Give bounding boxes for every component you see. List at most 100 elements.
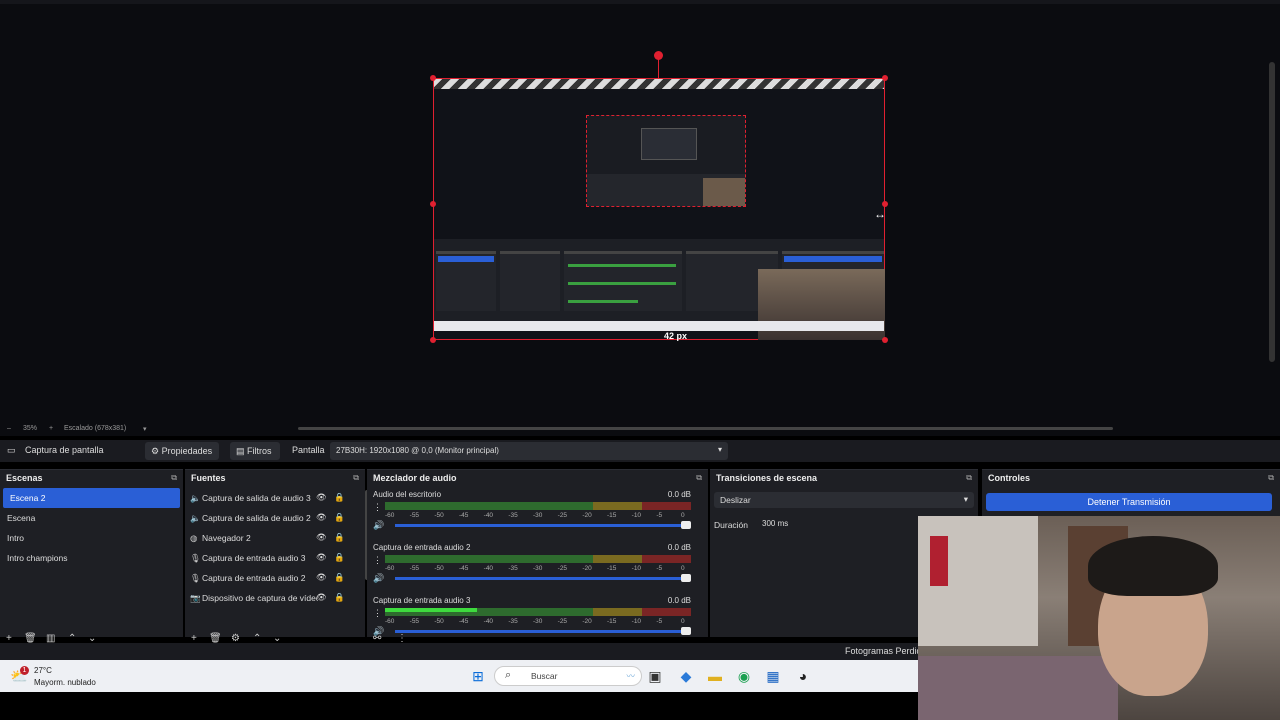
volume-slider[interactable]: [395, 521, 691, 529]
scaling-dropdown-icon[interactable]: ▾: [143, 425, 147, 433]
scale-tick: -20: [582, 565, 592, 572]
speaker-icon[interactable]: 🔊: [373, 520, 384, 531]
selected-source-frame[interactable]: [430, 75, 888, 343]
microphone-icon: 🎙: [190, 573, 201, 583]
webcam-hanging-shirt: [930, 536, 948, 586]
lock-icon[interactable]: 🔒: [334, 592, 345, 603]
source-item[interactable]: 🔈Captura de salida de audio 3 👁 🔒: [185, 488, 365, 508]
source-label: Dispositivo de captura de vídeo: [202, 593, 318, 603]
captured-taskbar: [434, 321, 884, 331]
channel-db: 0.0 dB: [667, 490, 691, 499]
captured-selected-scene: [438, 256, 494, 262]
nested-mini-capture: [641, 128, 697, 160]
preview-vertical-scrollbar[interactable]: [1269, 62, 1275, 362]
resize-handle-tl[interactable]: [430, 75, 436, 81]
webcam-person-hair: [1088, 536, 1218, 596]
properties-button[interactable]: ⚙ Propiedades: [145, 442, 219, 460]
filters-button[interactable]: ▤ Filtros: [230, 442, 280, 460]
channel-name: Audio del escritorio: [373, 490, 442, 499]
file-explorer-icon[interactable]: ▬: [705, 666, 725, 686]
lock-icon[interactable]: 🔒: [334, 512, 345, 523]
scale-tick: -55: [409, 618, 420, 625]
channel-db: 0.0 dB: [667, 543, 691, 552]
dock-undock-icon[interactable]: ⧉: [696, 473, 702, 483]
scene-item[interactable]: Intro champions: [0, 548, 183, 568]
captured-mixer-dock: [564, 251, 682, 311]
slider-knob[interactable]: [681, 574, 691, 582]
scale-tick: -5: [656, 565, 663, 572]
scene-item[interactable]: Escena: [0, 508, 183, 528]
microphone-icon: 🎙: [190, 553, 201, 563]
transitions-title: Transiciones de escena: [716, 473, 818, 483]
more-icon[interactable]: ⋮: [373, 608, 382, 619]
eye-icon[interactable]: 👁: [316, 592, 327, 603]
source-item[interactable]: 🔈Captura de salida de audio 2 👁 🔒: [185, 508, 365, 528]
lock-icon[interactable]: 🔒: [334, 532, 345, 543]
source-item[interactable]: ◍ Navegador 2 👁 🔒: [185, 528, 365, 548]
captured-meter: [568, 264, 676, 267]
rotation-handle[interactable]: [654, 51, 663, 60]
preview-horizontal-scrollbar[interactable]: [298, 427, 1113, 430]
eye-icon[interactable]: 👁: [316, 552, 327, 563]
store-icon[interactable]: ▦: [763, 666, 783, 686]
scale-tick: -50: [434, 512, 444, 519]
source-label: Captura de salida de audio 3: [202, 493, 311, 503]
eye-icon[interactable]: 👁: [316, 572, 327, 583]
dock-undock-icon[interactable]: ⧉: [171, 473, 177, 483]
speaker-icon[interactable]: 🔊: [373, 573, 384, 584]
scale-tick: -25: [557, 512, 568, 519]
channel-name: Captura de entrada audio 2: [373, 543, 471, 552]
scale-tick: -15: [607, 512, 617, 519]
duration-label: Duración: [714, 520, 749, 530]
audio-mixer-dock: Mezclador de audio ⧉ Audio del escritori…: [367, 469, 708, 644]
task-view-icon[interactable]: ▣: [645, 666, 665, 686]
properties-label: Propiedades: [161, 446, 213, 456]
obs-icon[interactable]: ◕: [793, 666, 813, 686]
taskbar-search[interactable]: ⌕ Buscar 〰: [494, 666, 642, 686]
resize-handle-br[interactable]: [882, 337, 888, 343]
eye-icon[interactable]: 👁: [316, 512, 327, 523]
scaling-mode[interactable]: Escalado (678x381): [64, 425, 126, 432]
controls-title: Controles: [988, 473, 1031, 483]
lock-icon[interactable]: 🔒: [334, 552, 345, 563]
distance-label: 42 px: [664, 331, 688, 341]
resize-handle-tr[interactable]: [882, 75, 888, 81]
globe-icon: ◍: [190, 533, 198, 543]
resize-handle-ml[interactable]: [430, 201, 436, 207]
dock-undock-icon[interactable]: ⧉: [966, 473, 972, 483]
display-select[interactable]: 27B30H: 1920x1080 @ 0,0 (Monitor princip…: [330, 442, 728, 460]
more-icon[interactable]: ⋮: [373, 502, 382, 513]
preview-canvas[interactable]: 42 px ↔: [0, 0, 1280, 436]
more-icon[interactable]: ⋮: [373, 555, 382, 566]
zoom-out-button[interactable]: –: [7, 425, 11, 432]
dock-undock-icon[interactable]: ⧉: [1268, 473, 1274, 483]
lock-icon[interactable]: 🔒: [334, 492, 345, 503]
window-top-strip: [0, 0, 1280, 4]
search-placeholder: Buscar: [531, 671, 558, 681]
eye-icon[interactable]: 👁: [316, 532, 327, 543]
source-item[interactable]: 🎙Captura de entrada audio 2 👁 🔒: [185, 568, 365, 588]
scene-item[interactable]: Escena 2: [3, 488, 180, 508]
source-item[interactable]: 📷Dispositivo de captura de vídeo 👁 🔒: [185, 588, 365, 608]
source-item[interactable]: 🎙Captura de entrada audio 3 👁 🔒: [185, 548, 365, 568]
transition-select[interactable]: Deslizar ▾: [714, 492, 974, 508]
scale-tick: -25: [557, 618, 568, 625]
source-label: Navegador 2: [202, 533, 251, 543]
app-icon[interactable]: ◆: [676, 666, 696, 686]
scale-tick: 0: [681, 618, 685, 625]
edge-browser-icon[interactable]: ◉: [734, 666, 754, 686]
chevron-down-icon: ▾: [963, 494, 968, 504]
zoom-in-button[interactable]: +: [49, 425, 53, 432]
lock-icon[interactable]: 🔒: [334, 572, 345, 583]
dock-undock-icon[interactable]: ⧉: [353, 473, 359, 483]
scene-item[interactable]: Intro: [0, 528, 183, 548]
resize-handle-bl[interactable]: [430, 337, 436, 343]
display-value: 27B30H: 1920x1080 @ 0,0 (Monitor princip…: [336, 446, 499, 455]
eye-icon[interactable]: 👁: [316, 492, 327, 503]
windows-start-icon[interactable]: ⊞: [468, 666, 488, 686]
scale-tick: -45: [459, 618, 469, 625]
volume-slider[interactable]: [395, 574, 691, 582]
mixer-channel: Captura de entrada audio 2 0.0 dB ⋮ -60 -55 -…: [373, 543, 691, 593]
stop-streaming-button[interactable]: Detener Transmisión: [986, 493, 1272, 511]
slider-knob[interactable]: [681, 521, 691, 529]
